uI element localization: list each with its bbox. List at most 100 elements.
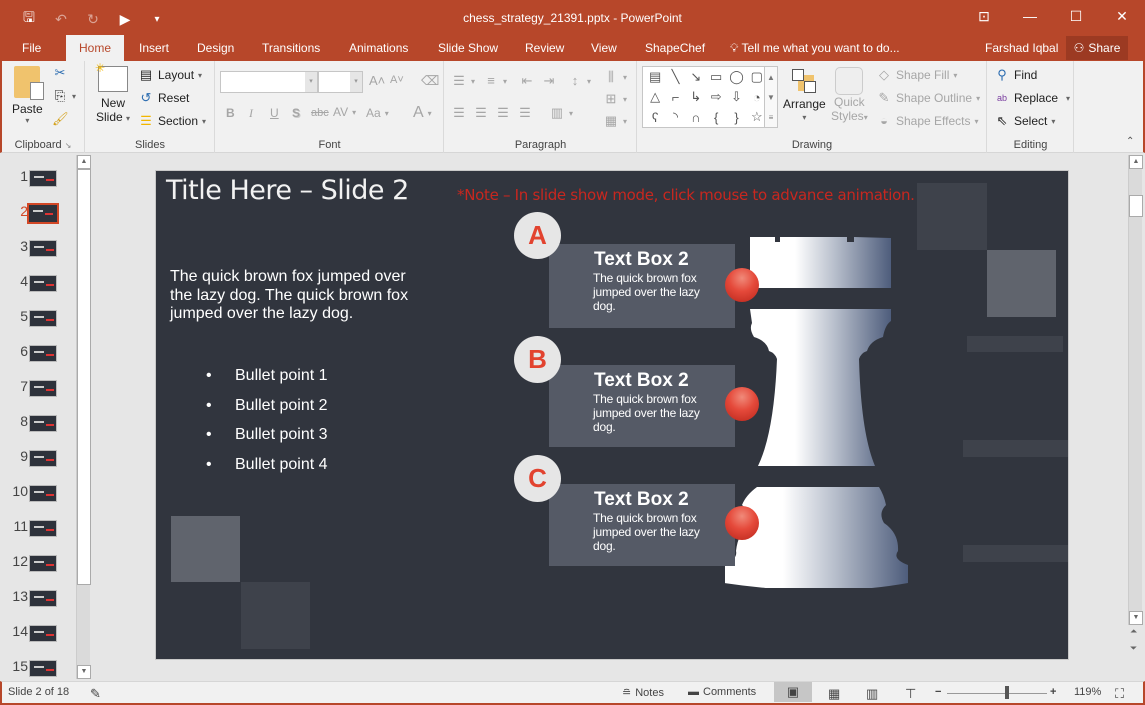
previous-slide-button[interactable]: ⏶ — [1130, 626, 1137, 637]
align-left-button[interactable]: ☰ — [451, 105, 467, 121]
slide-thumbnail[interactable]: 4 — [2, 273, 77, 308]
slide-thumbnail[interactable]: 2 — [2, 203, 77, 238]
slide-thumbnail[interactable]: 3 — [2, 238, 77, 273]
zoom-slider-thumb[interactable] — [1005, 686, 1009, 699]
character-spacing-button[interactable]: AV ▾ — [333, 105, 356, 119]
slide-scrollbar[interactable]: ▲ ▼ — [1128, 155, 1143, 625]
shape-gallery-item[interactable]: ╲ — [672, 69, 680, 85]
shape-gallery-item[interactable]: } — [734, 110, 738, 125]
select-button[interactable]: ⇖ Select ▾ — [994, 113, 1056, 129]
shape-gallery-item[interactable]: ↳ — [690, 89, 701, 105]
zoom-out-button[interactable]: − — [935, 686, 941, 698]
minimize-button[interactable]: — — [1007, 0, 1053, 32]
replace-button[interactable]: ab Replace ▾ — [994, 90, 1070, 106]
shape-gallery-item[interactable]: △ — [650, 89, 660, 105]
slide-thumbnail[interactable]: 14 — [2, 623, 77, 658]
slide-counter[interactable]: Slide 2 of 18 — [8, 686, 69, 698]
slide-thumbnail[interactable]: 8 — [2, 413, 77, 448]
fit-to-window-button[interactable]: ⛶ — [1115, 686, 1124, 702]
font-name-combobox[interactable]: ▾ — [220, 71, 318, 93]
tab-animations[interactable]: Animations — [339, 35, 418, 61]
find-button[interactable]: ⚲ Find — [994, 67, 1037, 83]
slide-thumbnail[interactable]: 10 — [2, 483, 77, 518]
shape-gallery-item[interactable]: ⇩ — [731, 89, 742, 105]
shape-gallery-item[interactable]: ◯ — [729, 69, 744, 85]
share-button[interactable]: ⚇ Share — [1066, 36, 1128, 60]
columns-button[interactable]: ▥ ▾ — [549, 105, 573, 121]
italic-button[interactable]: I — [249, 106, 253, 121]
text-box-b[interactable]: Text Box 2 The quick brown fox jumped ov… — [549, 365, 735, 447]
shape-gallery-item[interactable]: { — [714, 110, 718, 125]
next-slide-button[interactable]: ⏷ — [1130, 643, 1137, 654]
strikethrough-button[interactable]: abc — [311, 107, 329, 119]
bold-button[interactable]: B — [226, 106, 235, 120]
tab-shapechef[interactable]: ShapeChef — [635, 35, 715, 61]
reading-view-button[interactable]: ▥ — [866, 686, 878, 702]
shape-gallery-item[interactable]: ↘ — [690, 69, 701, 85]
tab-design[interactable]: Design — [187, 35, 244, 61]
slide-thumbnail[interactable]: 12 — [2, 553, 77, 588]
zoom-slider-track[interactable] — [947, 693, 1047, 694]
normal-view-button[interactable]: ▣ — [774, 682, 812, 702]
slide-thumbnail[interactable]: 9 — [2, 448, 77, 483]
tab-file[interactable]: File — [12, 35, 51, 61]
clear-formatting-button[interactable]: ⌫ — [421, 73, 439, 89]
slide-scroll-down[interactable]: ▼ — [1129, 611, 1143, 625]
shape-effects-button[interactable]: ◒ Shape Effects ▾ — [876, 113, 978, 129]
zoom-in-button[interactable]: + — [1050, 686, 1056, 698]
new-slide-button[interactable]: ✳ New Slide ▾ — [95, 61, 130, 124]
slide-thumbnail[interactable]: 5 — [2, 308, 77, 343]
layout-button[interactable]: ▤ Layout ▾ — [138, 67, 202, 83]
bullets-button[interactable]: ☰ ▾ — [451, 73, 475, 89]
align-text-button[interactable]: ⊞ ▾ — [603, 91, 627, 107]
shape-gallery-item[interactable]: ▭ — [710, 69, 722, 85]
underline-button[interactable]: U — [270, 106, 279, 120]
bullet-list[interactable]: Bullet point 1 Bullet point 2 Bullet poi… — [206, 367, 328, 485]
shape-gallery-item[interactable]: ▤ — [649, 69, 661, 85]
slide-scroll-thumb[interactable] — [1129, 195, 1143, 217]
smartart-button[interactable]: ▦ ▾ — [603, 113, 627, 129]
scroll-thumb[interactable] — [77, 169, 91, 585]
slide-body-text[interactable]: The quick brown fox jumped over the lazy… — [170, 268, 410, 324]
arrange-button[interactable]: Arrange ▾ — [783, 67, 826, 122]
decrease-indent-button[interactable]: ⇤ — [519, 73, 535, 89]
increase-indent-button[interactable]: ⇥ — [541, 73, 557, 89]
line-spacing-button[interactable]: ↕ ▾ — [567, 73, 591, 89]
align-center-button[interactable]: ☰ — [473, 105, 489, 121]
shape-gallery-item[interactable]: ☆ — [751, 109, 763, 125]
paste-button[interactable]: Paste ▾ — [12, 66, 45, 125]
shape-gallery-item[interactable]: ⇨ — [711, 89, 722, 105]
slide-title[interactable]: Title Here – Slide 2 — [166, 175, 409, 206]
slide-note[interactable]: *Note – In slide show mode, click mouse … — [457, 186, 915, 204]
font-size-combobox[interactable]: ▾ — [318, 71, 363, 93]
slide-thumbnail[interactable]: 1 — [2, 168, 77, 203]
shape-gallery-item[interactable]: ∩ — [691, 110, 700, 125]
copy-button[interactable]: ⎘ ▾ — [52, 88, 76, 104]
notes-button[interactable]: ≘ Notes — [622, 686, 664, 700]
font-color-button[interactable]: A ▾ — [413, 104, 432, 122]
text-box-a[interactable]: Text Box 2 The quick brown fox jumped ov… — [549, 244, 735, 328]
section-button[interactable]: ☰ Section ▾ — [138, 113, 206, 129]
text-direction-button[interactable]: ⫼ ▾ — [603, 69, 627, 85]
format-painter-button[interactable]: 🖌︎ — [52, 111, 69, 127]
reset-button[interactable]: ↺ Reset — [138, 90, 190, 106]
slide-scroll-up[interactable]: ▲ — [1129, 155, 1143, 169]
ribbon-display-icon[interactable]: ⊡ — [961, 0, 1007, 32]
change-case-button[interactable]: Aa ▾ — [366, 106, 389, 120]
tab-transitions[interactable]: Transitions — [252, 35, 330, 61]
shrink-font-button[interactable]: A˅ — [390, 74, 404, 86]
shape-gallery-item[interactable]: ⌐ — [672, 90, 680, 105]
shape-gallery-item[interactable]: ◔ — [753, 90, 761, 105]
slide-thumbnail[interactable]: 13 — [2, 588, 77, 623]
shadow-button[interactable]: S — [292, 106, 300, 120]
quick-styles-button[interactable]: Quick Styles▾ — [831, 67, 868, 123]
shape-outline-button[interactable]: ✎ Shape Outline ▾ — [876, 90, 981, 106]
zoom-level[interactable]: 119% — [1074, 686, 1101, 698]
grow-font-button[interactable]: A˄ — [369, 73, 385, 88]
slide-thumbnail[interactable]: 7 — [2, 378, 77, 413]
align-right-button[interactable]: ☰ — [495, 105, 511, 121]
tab-home[interactable]: Home — [66, 35, 124, 61]
text-box-c[interactable]: Text Box 2 The quick brown fox jumped ov… — [549, 484, 735, 566]
shape-fill-button[interactable]: ◇ Shape Fill ▾ — [876, 67, 957, 83]
tab-view[interactable]: View — [581, 35, 627, 61]
